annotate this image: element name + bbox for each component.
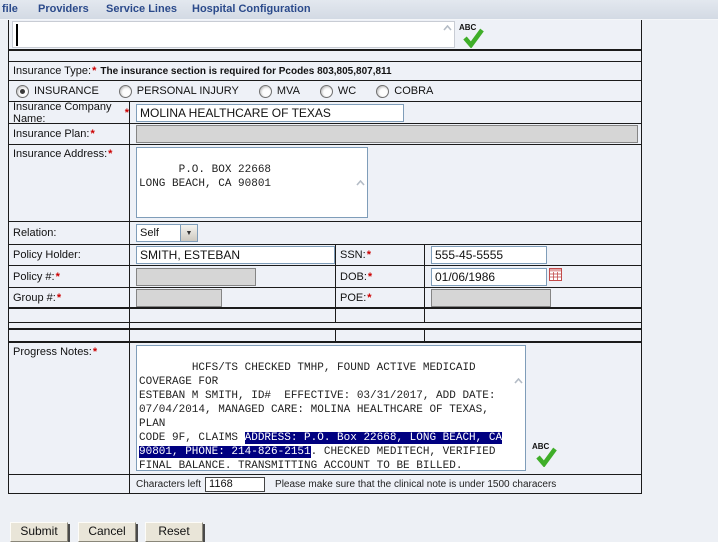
insurance-type-options-row: INSURANCE PERSONAL INJURY MVA WC COBRA [9,81,641,102]
thin-row [9,323,641,330]
poe-input [431,289,551,307]
green-check-icon [462,28,484,48]
relation-row: Relation: Self ▼ [9,222,641,245]
group-number-input [136,289,222,307]
group-number-row: Group #:* POE:* [9,288,641,309]
dropdown-arrow-icon[interactable]: ▼ [180,225,197,241]
dob-label: DOB: [340,271,367,283]
insurance-address-row: Insurance Address:* P.O. BOX 22668 LONG … [9,145,641,222]
characters-left-note: Please make sure that the clinical note … [275,479,556,490]
policy-holder-input[interactable]: SMITH, ESTEBAN [136,246,335,264]
progress-notes-row: Progress Notes:* HCFS/TS CHECKED TMHP, F… [9,343,641,475]
green-check-icon [535,447,557,467]
radio-option-cobra[interactable]: COBRA [376,85,433,98]
insurance-address-textarea[interactable]: P.O. BOX 22668 LONG BEACH, CA 90801 [136,147,368,218]
radio-selected-icon[interactable] [16,85,29,98]
insurance-company-label: Insurance Company Name: [13,101,124,125]
policy-number-label: Policy #: [13,271,55,283]
top-textarea[interactable] [12,21,455,48]
radio-option-insurance[interactable]: INSURANCE [16,85,99,98]
radio-option-personal-injury[interactable]: PERSONAL INJURY [119,85,239,98]
insurance-address-label: Insurance Address: [13,148,107,160]
top-note-row: ABC [9,20,641,51]
reset-button[interactable]: Reset [145,522,203,542]
insurance-plan-input [136,125,638,143]
scroll-up-icon[interactable] [356,152,365,158]
radio-icon[interactable] [376,85,389,98]
nav-item-hospital-configuration[interactable]: Hospital Configuration [192,3,311,15]
empty-row [9,309,641,323]
policy-holder-row: Policy Holder: SMITH, ESTEBAN SSN:* 555-… [9,245,641,266]
insurance-plan-label: Insurance Plan: [13,128,89,140]
insurance-company-row: Insurance Company Name:* MOLINA HEALTHCA… [9,102,641,124]
calendar-icon[interactable] [549,268,562,286]
policy-holder-label: Policy Holder: [13,249,81,261]
nav-item-service-lines[interactable]: Service Lines [106,3,177,15]
progress-notes-textarea[interactable]: HCFS/TS CHECKED TMHP, FOUND ACTIVE MEDIC… [136,345,526,471]
relation-select[interactable]: Self ▼ [136,224,198,242]
spellcheck-icon[interactable]: ABC [459,23,487,51]
characters-left-row: Characters left 1168 Please make sure th… [9,475,641,493]
insurance-type-note: The insurance section is required for Pc… [100,66,391,77]
insurance-plan-row: Insurance Plan:* [9,124,641,145]
scroll-up-icon[interactable] [514,350,523,356]
top-navbar: file Providers Service Lines Hospital Co… [0,0,718,20]
insurance-company-input[interactable]: MOLINA HEALTHCARE OF TEXAS [136,104,404,122]
poe-label: POE: [340,292,366,304]
characters-left-input[interactable]: 1168 [205,477,265,492]
ssn-label: SSN: [340,249,366,261]
radio-icon[interactable] [259,85,272,98]
radio-icon[interactable] [119,85,132,98]
scroll-up-icon[interactable] [443,25,452,31]
policy-number-row: Policy #:* DOB:* 01/06/1986 [9,266,641,288]
ssn-input[interactable]: 555-45-5555 [431,246,547,264]
characters-left-label: Characters left [136,479,201,490]
scroll-down-icon[interactable] [514,460,523,466]
progress-notes-label: Progress Notes: [13,346,92,358]
radio-icon[interactable] [320,85,333,98]
radio-option-wc[interactable]: WC [320,85,356,98]
submit-button[interactable]: Submit [10,522,68,542]
relation-label: Relation: [13,227,56,239]
spellcheck-icon[interactable]: ABC [532,442,560,470]
nav-item-providers[interactable]: Providers [38,3,89,15]
policy-number-input [136,268,256,286]
nav-item-file[interactable]: file [2,3,18,15]
dob-input[interactable]: 01/06/1986 [431,268,547,286]
spacer-row [9,51,641,62]
empty-row [9,330,641,343]
insurance-type-label: Insurance Type: [13,65,91,77]
scroll-down-icon[interactable] [356,207,365,213]
insurance-type-row: Insurance Type: * The insurance section … [9,62,641,81]
group-number-label: Group #: [13,292,56,304]
required-asterisk: * [92,65,96,77]
text-cursor [16,24,18,46]
cancel-button[interactable]: Cancel [78,522,136,542]
insurance-form-table: ABC Insurance Type: * The insurance sect… [8,20,642,494]
radio-option-mva[interactable]: MVA [259,85,300,98]
